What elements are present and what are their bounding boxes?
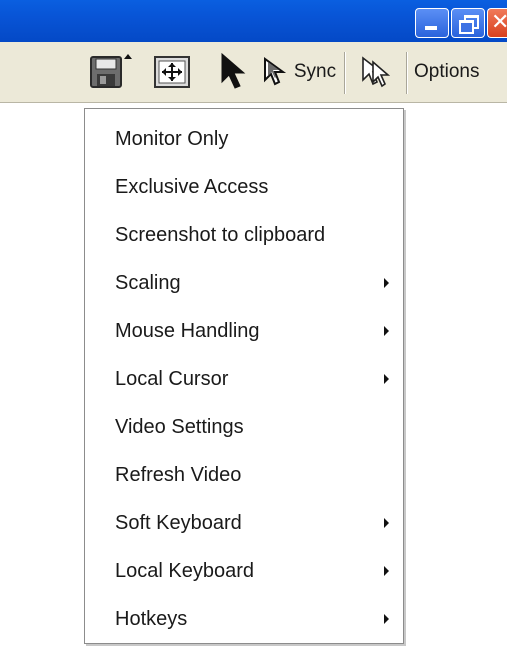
menu-item-monitor-only[interactable]: Monitor Only xyxy=(85,115,403,163)
sync-cursor-icon xyxy=(263,57,286,86)
menu-item-video-settings[interactable]: Video Settings xyxy=(85,403,403,451)
options-dropdown-menu: Monitor Only Exclusive Access Screenshot t… xyxy=(84,108,404,644)
submenu-arrow-icon xyxy=(384,326,389,336)
menu-item-soft-keyboard[interactable]: Soft Keyboard xyxy=(85,499,403,547)
submenu-arrow-icon xyxy=(384,278,389,288)
restore-button[interactable] xyxy=(451,8,485,38)
menu-item-label: Local Keyboard xyxy=(115,559,254,582)
toolbar-separator xyxy=(406,52,408,94)
minimize-button[interactable] xyxy=(415,8,449,38)
window-titlebar: ✕ xyxy=(0,0,507,42)
submenu-arrow-icon xyxy=(384,374,389,384)
save-icon xyxy=(90,54,132,88)
menu-item-exclusive-access[interactable]: Exclusive Access xyxy=(85,163,403,211)
pointer-icon xyxy=(221,52,246,89)
menu-item-mouse-handling[interactable]: Mouse Handling xyxy=(85,307,403,355)
menu-item-label: Hotkeys xyxy=(115,607,188,630)
menu-item-label: Soft Keyboard xyxy=(115,511,242,534)
toolbar-separator xyxy=(344,52,346,94)
single-cursor-button[interactable] xyxy=(352,54,402,90)
pointer-button[interactable] xyxy=(216,52,250,90)
options-label: Options xyxy=(414,61,480,82)
window-controls: ✕ xyxy=(415,8,507,38)
toolbar: Sync Options xyxy=(0,42,507,103)
menu-item-label: Mouse Handling xyxy=(115,319,260,342)
submenu-arrow-icon xyxy=(384,566,389,576)
menu-item-label: Screenshot to clipboard xyxy=(115,223,326,246)
fit-window-icon xyxy=(154,56,190,88)
menu-item-label: Monitor Only xyxy=(115,127,229,150)
menu-item-label: Video Settings xyxy=(115,415,244,438)
menu-item-label: Refresh Video xyxy=(115,463,242,486)
submenu-arrow-icon xyxy=(384,614,389,624)
sync-label: Sync xyxy=(293,61,337,82)
close-icon: ✕ xyxy=(491,10,507,35)
save-button[interactable] xyxy=(86,54,136,90)
sync-button[interactable]: Sync xyxy=(258,54,340,90)
fit-window-button[interactable] xyxy=(150,54,194,90)
close-button[interactable]: ✕ xyxy=(487,8,507,38)
menu-item-local-cursor[interactable]: Local Cursor xyxy=(85,355,403,403)
single-cursor-icon xyxy=(362,56,391,88)
menu-item-screenshot-to-clipboard[interactable]: Screenshot to clipboard xyxy=(85,211,403,259)
menu-item-label: Scaling xyxy=(115,271,181,294)
menu-item-label: Local Cursor xyxy=(115,367,229,390)
menu-item-refresh-video[interactable]: Refresh Video xyxy=(85,451,403,499)
submenu-arrow-icon xyxy=(384,518,389,528)
menu-item-local-keyboard[interactable]: Local Keyboard xyxy=(85,547,403,595)
options-menu[interactable]: Options xyxy=(414,54,507,90)
menu-item-label: Exclusive Access xyxy=(115,175,269,198)
minimize-icon xyxy=(425,26,437,30)
menu-item-hotkeys[interactable]: Hotkeys xyxy=(85,595,403,643)
menu-item-scaling[interactable]: Scaling xyxy=(85,259,403,307)
